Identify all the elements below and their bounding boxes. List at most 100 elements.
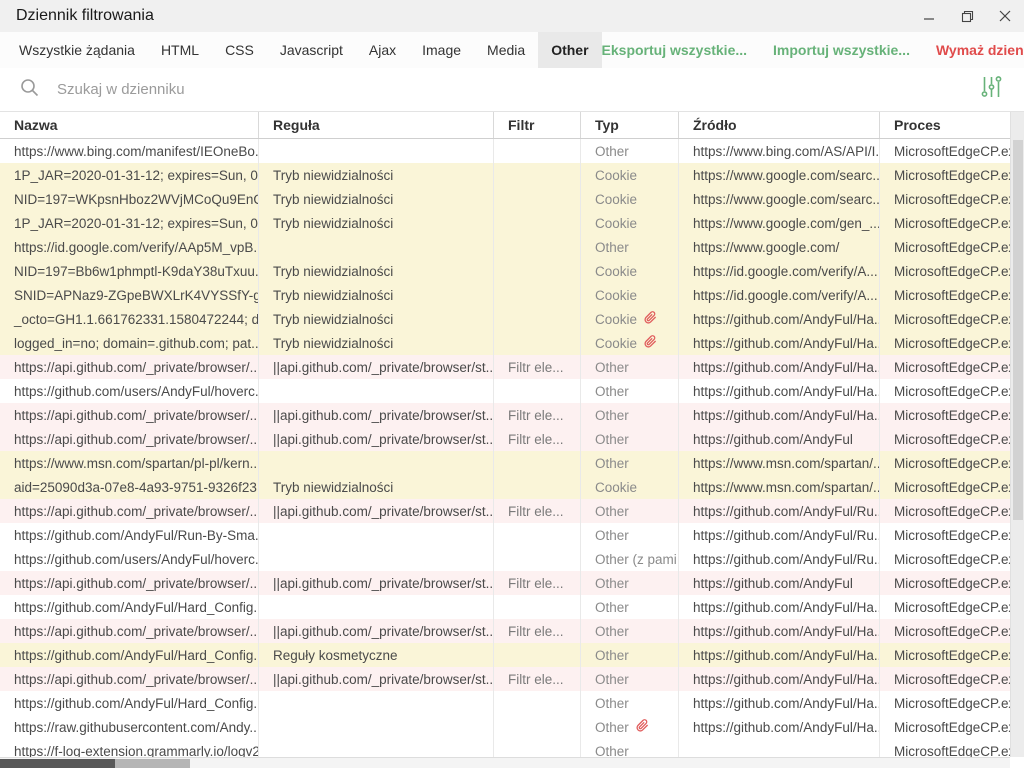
cell-name: https://github.com/AndyFul/Hard_Config..… (0, 595, 259, 619)
import-all-button[interactable]: Importuj wszystkie... (773, 42, 910, 58)
column-header-process[interactable]: Proces (880, 112, 1010, 138)
table-row[interactable]: https://github.com/users/AndyFul/hoverc.… (0, 547, 1010, 571)
cell-process-text: MicrosoftEdgeCP.exe (894, 216, 1010, 231)
cell-rule: Tryb niewidzialności (259, 475, 494, 499)
tab-other[interactable]: Other (538, 32, 601, 68)
table-row[interactable]: https://api.github.com/_private/browser/… (0, 571, 1010, 595)
vertical-scrollbar[interactable] (1010, 112, 1024, 757)
table-row[interactable]: https://api.github.com/_private/browser/… (0, 427, 1010, 451)
table-row[interactable]: _octo=GH1.1.661762331.1580472244; do...T… (0, 307, 1010, 331)
cell-name-text: https://www.bing.com/manifest/IEOneBo... (14, 144, 259, 159)
tab-image[interactable]: Image (409, 32, 474, 68)
horizontal-scrollbar-thumb[interactable] (0, 759, 115, 768)
table-row[interactable]: https://api.github.com/_private/browser/… (0, 499, 1010, 523)
restore-button[interactable] (948, 0, 986, 32)
table-row[interactable]: NID=197=WKpsnHboz2WVjMCoQu9EnQ... Tryb ni… (0, 187, 1010, 211)
cell-source: https://www.google.com/gen_... (679, 211, 880, 235)
table-row[interactable]: https://github.com/AndyFul/Hard_Config..… (0, 595, 1010, 619)
table-body: https://www.bing.com/manifest/IEOneBo...… (0, 139, 1010, 763)
cell-source: https://github.com/AndyFul/Ha... (679, 595, 880, 619)
filter-settings-icon[interactable] (981, 76, 1002, 104)
cell-process: MicrosoftEdgeCP.exe (880, 475, 1010, 499)
search-input[interactable] (57, 81, 981, 98)
cell-process-text: MicrosoftEdgeCP.exe (894, 696, 1010, 711)
title-bar: Dziennik filtrowania (0, 0, 1024, 32)
table-row[interactable]: 1P_JAR=2020-01-31-12; expires=Sun, 01-..… (0, 211, 1010, 235)
cell-process: MicrosoftEdgeCP.exe (880, 667, 1010, 691)
table-row[interactable]: https://id.google.com/verify/AAp5M_vpB..… (0, 235, 1010, 259)
cell-process: MicrosoftEdgeCP.exe (880, 715, 1010, 739)
close-button[interactable] (986, 0, 1024, 32)
table-row[interactable]: SNID=APNaz9-ZGpeBWXLrK4VYSSfY-gQ...Tryb … (0, 283, 1010, 307)
vertical-scrollbar-thumb[interactable] (1013, 140, 1023, 520)
cell-type: Other (581, 667, 679, 691)
cell-name-text: https://github.com/users/AndyFul/hoverc.… (14, 384, 259, 399)
tab-html[interactable]: HTML (148, 32, 212, 68)
tab-media[interactable]: Media (474, 32, 538, 68)
column-header-source[interactable]: Źródło (679, 112, 880, 138)
cell-type-text: Cookie (595, 336, 637, 351)
cell-rule: Tryb niewidzialności (259, 259, 494, 283)
table-row[interactable]: https://github.com/AndyFul/Run-By-Sma...… (0, 523, 1010, 547)
table-row[interactable]: logged_in=no; domain=.github.com; pat...… (0, 331, 1010, 355)
cell-name: https://www.bing.com/manifest/IEOneBo... (0, 139, 259, 163)
cell-rule-text: ||api.github.com/_private/browser/st... (273, 360, 494, 375)
horizontal-scrollbar[interactable] (0, 757, 1010, 768)
tab-javascript[interactable]: Javascript (267, 32, 356, 68)
table-row[interactable]: https://github.com/AndyFul/Hard_Config..… (0, 691, 1010, 715)
cell-filter (494, 187, 581, 211)
cell-name: https://api.github.com/_private/browser/… (0, 571, 259, 595)
cell-type-text: Other (595, 720, 629, 735)
table-row[interactable]: aid=25090d3a-07e8-4a93-9751-9326f23...Tr… (0, 475, 1010, 499)
cell-name-text: NID=197=WKpsnHboz2WVjMCoQu9EnQ... (14, 192, 259, 207)
column-header-rule[interactable]: Reguła (259, 112, 494, 138)
cell-type-text: Cookie (595, 312, 637, 327)
export-all-button[interactable]: Eksportuj wszystkie... (602, 42, 748, 58)
cell-rule-text: Tryb niewidzialności (273, 192, 393, 207)
cell-name-text: logged_in=no; domain=.github.com; pat... (14, 336, 259, 351)
table-row[interactable]: 1P_JAR=2020-01-31-12; expires=Sun, 01-..… (0, 163, 1010, 187)
cell-source: https://www.google.com/searc... (679, 187, 880, 211)
cell-process-text: MicrosoftEdgeCP.exe (894, 648, 1010, 663)
cell-source-text: https://github.com/AndyFul/Ha... (693, 384, 880, 399)
table-row[interactable]: https://api.github.com/_private/browser/… (0, 619, 1010, 643)
cell-name-text: 1P_JAR=2020-01-31-12; expires=Sun, 01-..… (14, 216, 259, 231)
cell-process-text: MicrosoftEdgeCP.exe (894, 720, 1010, 735)
cell-filter (494, 595, 581, 619)
column-header-filter[interactable]: Filtr (494, 112, 581, 138)
table-row[interactable]: https://www.msn.com/spartan/pl-pl/kern..… (0, 451, 1010, 475)
table-row[interactable]: https://www.bing.com/manifest/IEOneBo...… (0, 139, 1010, 163)
column-header-type[interactable]: Typ (581, 112, 679, 138)
table-row[interactable]: https://api.github.com/_private/browser/… (0, 355, 1010, 379)
tab-ajax[interactable]: Ajax (356, 32, 409, 68)
minimize-button[interactable] (910, 0, 948, 32)
cell-filter-text: Filtr ele... (508, 576, 564, 591)
cell-process-text: MicrosoftEdgeCP.exe (894, 192, 1010, 207)
close-icon (999, 10, 1011, 22)
cell-source: https://github.com/AndyFul/Ha... (679, 667, 880, 691)
cell-source: https://github.com/AndyFul/Ha... (679, 307, 880, 331)
cell-name: https://github.com/AndyFul/Run-By-Sma... (0, 523, 259, 547)
cell-name: logged_in=no; domain=.github.com; pat... (0, 331, 259, 355)
cell-name: https://github.com/AndyFul/Hard_Config..… (0, 643, 259, 667)
clear-log-button[interactable]: Wymaż dziennik (936, 42, 1024, 58)
table-row[interactable]: NID=197=Bb6w1phmptl-K9daY38uTxuu...Tryb … (0, 259, 1010, 283)
table-row[interactable]: https://github.com/users/AndyFul/hoverc.… (0, 379, 1010, 403)
table-row[interactable]: https://api.github.com/_private/browser/… (0, 403, 1010, 427)
cell-process-text: MicrosoftEdgeCP.exe (894, 552, 1010, 567)
cell-filter (494, 211, 581, 235)
cell-type-text: Other (595, 576, 629, 591)
tab-wszystkie-dania[interactable]: Wszystkie żądania (6, 32, 148, 68)
cell-name-text: https://api.github.com/_private/browser/… (14, 672, 259, 687)
table-row[interactable]: https://github.com/AndyFul/Hard_Config..… (0, 643, 1010, 667)
table-row[interactable]: https://raw.githubusercontent.com/Andy..… (0, 715, 1010, 739)
cell-process-text: MicrosoftEdgeCP.exe (894, 528, 1010, 543)
cell-name: https://raw.githubusercontent.com/Andy..… (0, 715, 259, 739)
column-header-name[interactable]: Nazwa (0, 112, 259, 138)
tab-css[interactable]: CSS (212, 32, 267, 68)
cell-type-text: Cookie (595, 264, 637, 279)
cell-type-text: Other (595, 672, 629, 687)
cell-type-text: Other (595, 648, 629, 663)
cell-process: MicrosoftEdgeCP.exe (880, 571, 1010, 595)
table-row[interactable]: https://api.github.com/_private/browser/… (0, 667, 1010, 691)
